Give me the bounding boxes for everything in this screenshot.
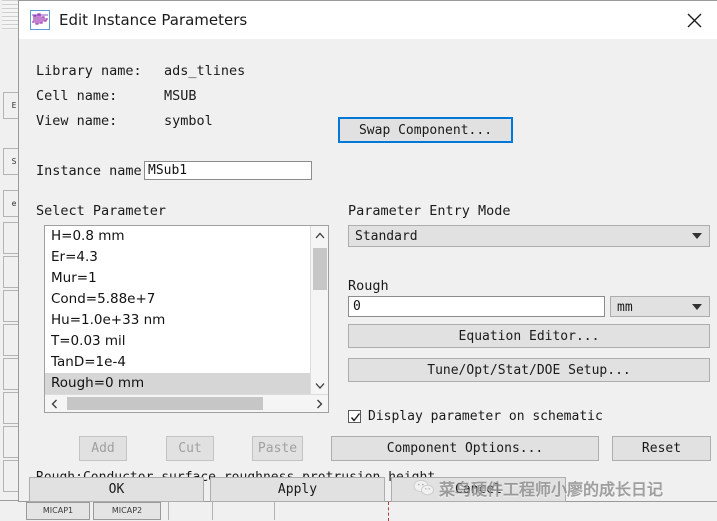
parameter-entry-mode-label: Parameter Entry Mode (348, 203, 511, 219)
swap-component-button[interactable]: Swap Component... (338, 117, 513, 143)
cut-button[interactable]: Cut (166, 436, 214, 461)
paste-label: Paste (257, 441, 298, 456)
apply-label: Apply (277, 482, 318, 497)
tune-setup-label: Tune/Opt/Stat/DOE Setup... (427, 362, 631, 378)
add-label: Add (91, 441, 115, 456)
parameter-entry-mode-select[interactable]: Standard (348, 225, 710, 247)
cut-label: Cut (178, 441, 202, 456)
parameter-value-input[interactable] (348, 296, 605, 317)
close-icon[interactable] (671, 1, 717, 39)
view-name-value: symbol (164, 113, 213, 129)
edit-instance-parameters-dialog: Edit Instance Parameters Library name: ad… (18, 0, 717, 502)
chevron-down-icon (692, 297, 702, 316)
apply-button[interactable]: Apply (210, 477, 385, 502)
cell-name-label: Cell name: (36, 88, 118, 104)
list-item-selected[interactable]: Rough=0 mm (45, 373, 311, 394)
parameter-list[interactable]: H=0.8 mm Er=4.3 Mur=1 Cond=5.88e+7 Hu=1.… (45, 226, 311, 394)
equation-editor-label: Equation Editor... (458, 328, 600, 344)
swap-component-label: Swap Component... (358, 122, 493, 138)
library-name-label: Library name: (36, 63, 142, 79)
vertical-scroll-thumb[interactable] (313, 248, 327, 290)
parameter-entry-mode-value: Standard (355, 229, 418, 244)
parameter-unit-value: mm (617, 300, 633, 315)
parameter-unit-select[interactable]: mm (610, 296, 710, 317)
parameter-value-label: Rough (348, 278, 389, 294)
add-button[interactable]: Add (79, 436, 127, 461)
background-grid-cell-1 (168, 502, 213, 520)
dialog-title: Edit Instance Parameters (59, 11, 248, 29)
chevron-right-icon[interactable] (310, 395, 328, 413)
background-grid-cell-3 (274, 502, 703, 520)
view-name-label: View name: (36, 113, 118, 129)
list-item[interactable]: Er=4.3 (45, 247, 311, 268)
display-parameter-label: Display parameter on schematic (368, 409, 603, 424)
view-name-row: View name: symbol (36, 113, 213, 129)
component-options-label: Component Options... (386, 441, 544, 456)
list-item[interactable]: TanD=1e-4 (45, 352, 311, 373)
cell-name-value: MSUB (164, 88, 197, 104)
paste-button[interactable]: Paste (252, 436, 303, 461)
cancel-button[interactable]: Cancel (391, 477, 566, 502)
ok-label: OK (108, 482, 125, 497)
library-name-value: ads_tlines (164, 63, 246, 79)
cancel-label: Cancel (455, 482, 502, 497)
list-item[interactable]: Cond=5.88e+7 (45, 289, 311, 310)
waveform-icon (30, 10, 50, 30)
tune-opt-stat-doe-setup-button[interactable]: Tune/Opt/Stat/DOE Setup... (348, 358, 710, 382)
dialog-body: Library name: ads_tlines Cell name: MSUB V… (19, 39, 717, 500)
list-vertical-scrollbar[interactable] (310, 226, 328, 394)
background-palette-label: E (11, 101, 17, 110)
list-item[interactable]: Mur=1 (45, 268, 311, 289)
background-palette-label: S (11, 157, 17, 166)
checkmark-icon (348, 410, 361, 423)
list-item[interactable]: Hu=1.0e+33 nm (45, 310, 311, 331)
reset-label: Reset (641, 441, 682, 456)
dialog-titlebar: Edit Instance Parameters (19, 1, 717, 40)
chevron-down-icon[interactable] (311, 376, 329, 394)
chevron-left-icon[interactable] (45, 395, 63, 413)
chevron-up-icon[interactable] (311, 226, 329, 244)
list-horizontal-scrollbar[interactable] (45, 394, 328, 412)
reset-button[interactable]: Reset (612, 436, 711, 461)
library-name-row: Library name: ads_tlines (36, 63, 245, 79)
instance-name-input[interactable] (144, 161, 312, 180)
cell-name-row: Cell name: MSUB (36, 88, 197, 104)
ok-button[interactable]: OK (29, 477, 204, 502)
equation-editor-button[interactable]: Equation Editor... (348, 324, 710, 348)
list-item[interactable]: T=0.03 mil (45, 331, 311, 352)
background-tab-micap1[interactable]: MICAP1 (26, 502, 90, 520)
screenshot-root: E S e S mil mil mil MICAP1 MICAP2 (0, 0, 717, 521)
chevron-down-icon (692, 226, 702, 246)
background-palette-label: e (11, 199, 17, 208)
background-dashed-divider (388, 502, 389, 521)
background-tab-micap2[interactable]: MICAP2 (93, 502, 161, 520)
select-parameter-listbox[interactable]: H=0.8 mm Er=4.3 Mur=1 Cond=5.88e+7 Hu=1.… (44, 225, 329, 413)
select-parameter-label: Select Parameter (36, 203, 167, 219)
list-item[interactable]: H=0.8 mm (45, 226, 311, 247)
component-options-button[interactable]: Component Options... (331, 436, 599, 461)
background-grid-cell-2 (212, 502, 275, 520)
horizontal-scroll-thumb[interactable] (67, 397, 263, 410)
display-parameter-checkbox[interactable]: Display parameter on schematic (348, 409, 603, 424)
